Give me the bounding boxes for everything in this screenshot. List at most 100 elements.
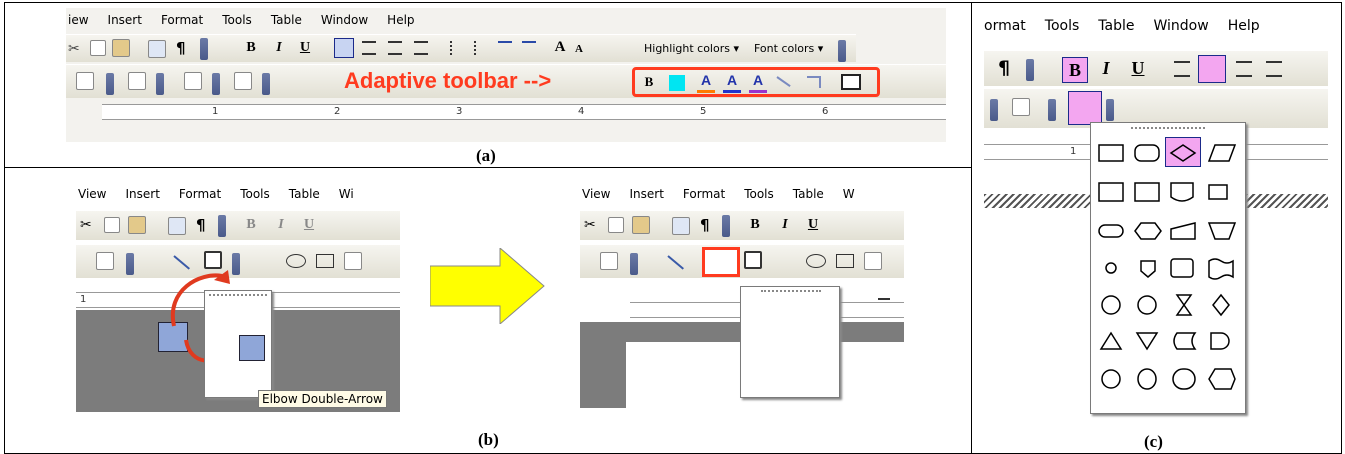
alternate-process-shape-icon[interactable] [1134, 144, 1160, 162]
align-left-button[interactable] [334, 38, 354, 58]
toolbar-grip[interactable] [218, 215, 226, 237]
align-center-button[interactable] [1198, 55, 1226, 83]
manual-input-shape-icon[interactable] [1170, 222, 1196, 240]
find-icon[interactable] [168, 217, 186, 235]
offpage-connector-shape-icon[interactable] [1140, 260, 1156, 278]
bold-button[interactable]: B [746, 215, 764, 235]
lines-icon[interactable] [96, 252, 114, 270]
extract-shape-icon[interactable] [1099, 331, 1123, 350]
toolbar-end-grip[interactable] [838, 40, 846, 62]
align-right-button[interactable] [1236, 61, 1252, 77]
magnetic-disk-shape-icon[interactable] [1137, 368, 1157, 390]
straight-arrow-connector-option[interactable] [775, 301, 801, 327]
lines-icon[interactable] [600, 252, 618, 270]
dropdown-grip[interactable] [1131, 127, 1205, 131]
elbow-double-arrow-icon[interactable] [702, 247, 740, 277]
highlight-colors-menu[interactable]: Highlight colors ▾ [644, 42, 739, 55]
callouts-icon[interactable] [1012, 98, 1030, 116]
straight-connector-icon[interactable] [667, 255, 684, 270]
decrease-indent-button[interactable] [498, 41, 512, 55]
flowchart-icon[interactable] [1068, 91, 1102, 125]
predefined-process-shape-icon[interactable] [1098, 182, 1124, 202]
curved-connector-option[interactable] [209, 367, 235, 393]
connectors-icon[interactable] [744, 251, 762, 269]
font-color-purple-button[interactable]: A [749, 70, 767, 93]
menu-tools[interactable]: Tools [744, 187, 774, 201]
elbow-connector-option[interactable] [249, 303, 275, 329]
italic-button[interactable]: I [1096, 58, 1116, 78]
menu-insert[interactable]: Insert [629, 187, 663, 201]
connector-shape-icon[interactable] [1105, 262, 1117, 274]
align-right-button[interactable] [388, 41, 402, 55]
menu-format[interactable]: Format [179, 187, 221, 201]
menu-tools[interactable]: Tools [222, 13, 252, 27]
underline-button[interactable]: U [804, 215, 822, 235]
align-center-button[interactable] [362, 41, 376, 55]
straight-connector-option[interactable] [745, 301, 771, 327]
lines-dropdown[interactable] [990, 99, 998, 121]
shrink-font-button[interactable]: A [572, 39, 586, 59]
grow-font-button[interactable]: A [552, 37, 568, 57]
font-colors-menu[interactable]: Font colors ▾ [754, 42, 823, 55]
menu-help[interactable]: Help [1228, 18, 1260, 34]
copy-icon[interactable] [90, 40, 106, 56]
font-color-orange-button[interactable]: A [697, 70, 715, 93]
elbow-connector-option[interactable] [807, 301, 833, 327]
or-shape-icon[interactable] [1137, 295, 1157, 315]
dropdown-grip[interactable] [209, 294, 267, 298]
summing-junction-shape-icon[interactable] [1101, 295, 1121, 315]
bold-button[interactable]: B [242, 215, 260, 235]
underline-button[interactable]: U [296, 38, 314, 58]
straight-connector-icon[interactable] [173, 255, 190, 270]
justify-button[interactable] [414, 41, 428, 55]
copy-icon[interactable] [104, 217, 120, 233]
paste-icon[interactable] [112, 39, 130, 57]
toolbar-grip[interactable] [200, 38, 208, 60]
numbering-button[interactable] [450, 41, 464, 55]
paste-icon[interactable] [632, 216, 650, 234]
cut-icon[interactable]: ✂ [80, 217, 92, 233]
menu-format[interactable]: ormat [984, 18, 1026, 34]
manual-operation-shape-icon[interactable] [1207, 222, 1237, 240]
menu-tools[interactable]: Tools [1045, 18, 1080, 34]
dropdown-grip[interactable] [761, 290, 821, 294]
pilcrow-icon[interactable]: ¶ [176, 39, 186, 57]
lines-dropdown[interactable] [630, 253, 638, 275]
menu-window[interactable]: Window [1153, 18, 1208, 34]
toolbar-grip[interactable] [722, 215, 730, 237]
document-shape-icon[interactable] [1170, 182, 1194, 202]
cut-icon[interactable]: ✂ [584, 217, 596, 233]
menu-format[interactable]: Format [161, 13, 203, 27]
curved-arrow-connector-option[interactable] [807, 333, 833, 359]
flowchart-dropdown[interactable] [262, 73, 270, 95]
justify-button[interactable] [1266, 61, 1282, 77]
menu-window[interactable]: Window [321, 13, 368, 27]
flowchart-icon[interactable] [234, 72, 252, 90]
callouts-icon[interactable] [344, 252, 362, 270]
menu-table[interactable]: Table [1098, 18, 1134, 34]
data-shape-icon[interactable] [1207, 144, 1237, 162]
pilcrow-icon[interactable]: ¶ [700, 216, 710, 234]
bullets-button[interactable] [474, 41, 488, 55]
callouts-icon[interactable] [864, 252, 882, 270]
menu-view[interactable]: View [582, 187, 610, 201]
collate-shape-icon[interactable] [1175, 294, 1193, 316]
menu-view[interactable]: iew [68, 13, 89, 27]
paste-icon[interactable] [128, 216, 146, 234]
direct-access-shape-icon[interactable] [1172, 368, 1196, 390]
menu-table[interactable]: Table [289, 187, 320, 201]
cut-icon[interactable]: ✂ [68, 41, 80, 57]
rectangle-icon[interactable] [841, 74, 861, 90]
callouts-icon[interactable] [184, 72, 202, 90]
punched-tape-shape-icon[interactable] [1208, 258, 1234, 280]
callouts-dropdown[interactable] [1048, 99, 1056, 121]
internal-storage-shape-icon[interactable] [1134, 182, 1160, 202]
menu-format[interactable]: Format [683, 187, 725, 201]
callout-rect-icon[interactable] [316, 254, 334, 268]
sort-shape-icon[interactable] [1212, 293, 1230, 317]
multidocument-shape-icon[interactable] [1208, 184, 1228, 200]
process-shape-icon[interactable] [1098, 144, 1124, 162]
connectors-icon[interactable] [128, 72, 146, 90]
italic-button[interactable]: I [270, 38, 288, 58]
bold-button[interactable]: B [1062, 57, 1088, 83]
